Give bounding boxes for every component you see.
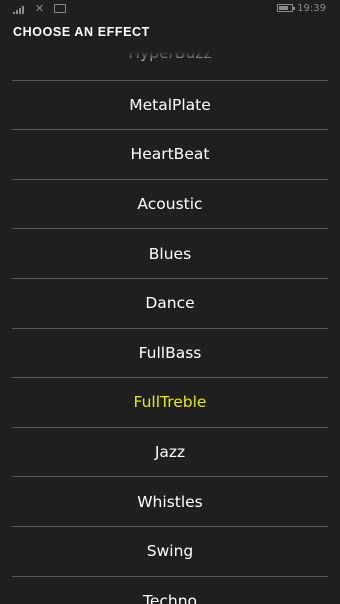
page-title: CHOOSE AN EFFECT xyxy=(13,25,150,39)
list-item-label: Blues xyxy=(148,244,192,263)
list-item-acoustic[interactable]: Acoustic xyxy=(12,180,328,230)
x-icon: ✕ xyxy=(35,2,45,15)
list-item-label: FullBass xyxy=(138,343,202,362)
list-item-label: Acoustic xyxy=(137,195,203,214)
effect-list[interactable]: HyperBuzz MetalPlate HeartBeat Acoustic … xyxy=(0,31,340,604)
list-item-swing[interactable]: Swing xyxy=(12,527,328,577)
list-item-techno[interactable]: Techno xyxy=(12,577,328,604)
list-item-label: Dance xyxy=(145,294,195,313)
battery-icon xyxy=(277,4,295,12)
list-item-metalplate[interactable]: MetalPlate xyxy=(12,81,328,131)
list-item-heartbeat[interactable]: HeartBeat xyxy=(12,130,328,180)
list-item-jazz[interactable]: Jazz xyxy=(12,428,328,478)
list-item-label: FullTreble xyxy=(133,393,207,412)
list-item-label: HyperBuzz xyxy=(128,43,212,62)
list-item-label: Techno xyxy=(142,591,198,604)
list-item-blues[interactable]: Blues xyxy=(12,229,328,279)
list-item-label: HeartBeat xyxy=(130,145,210,164)
list-item-label: Jazz xyxy=(154,443,186,462)
message-icon xyxy=(54,4,66,13)
effect-picker-screen: ✕ 19:39 HyperBuzz MetalPlate HeartBeat A… xyxy=(0,0,340,604)
status-time: 19:39 xyxy=(297,3,326,14)
list-item-fullbass[interactable]: FullBass xyxy=(12,329,328,379)
list-item-label: Whistles xyxy=(137,492,203,511)
list-item-label: MetalPlate xyxy=(129,95,211,114)
status-bar: ✕ 19:39 xyxy=(0,0,340,18)
list-item-fulltreble[interactable]: FullTreble xyxy=(12,378,328,428)
list-item-whistles[interactable]: Whistles xyxy=(12,477,328,527)
list-item-dance[interactable]: Dance xyxy=(12,279,328,329)
signal-bars-icon xyxy=(13,6,27,14)
list-item-label: Swing xyxy=(146,542,194,561)
